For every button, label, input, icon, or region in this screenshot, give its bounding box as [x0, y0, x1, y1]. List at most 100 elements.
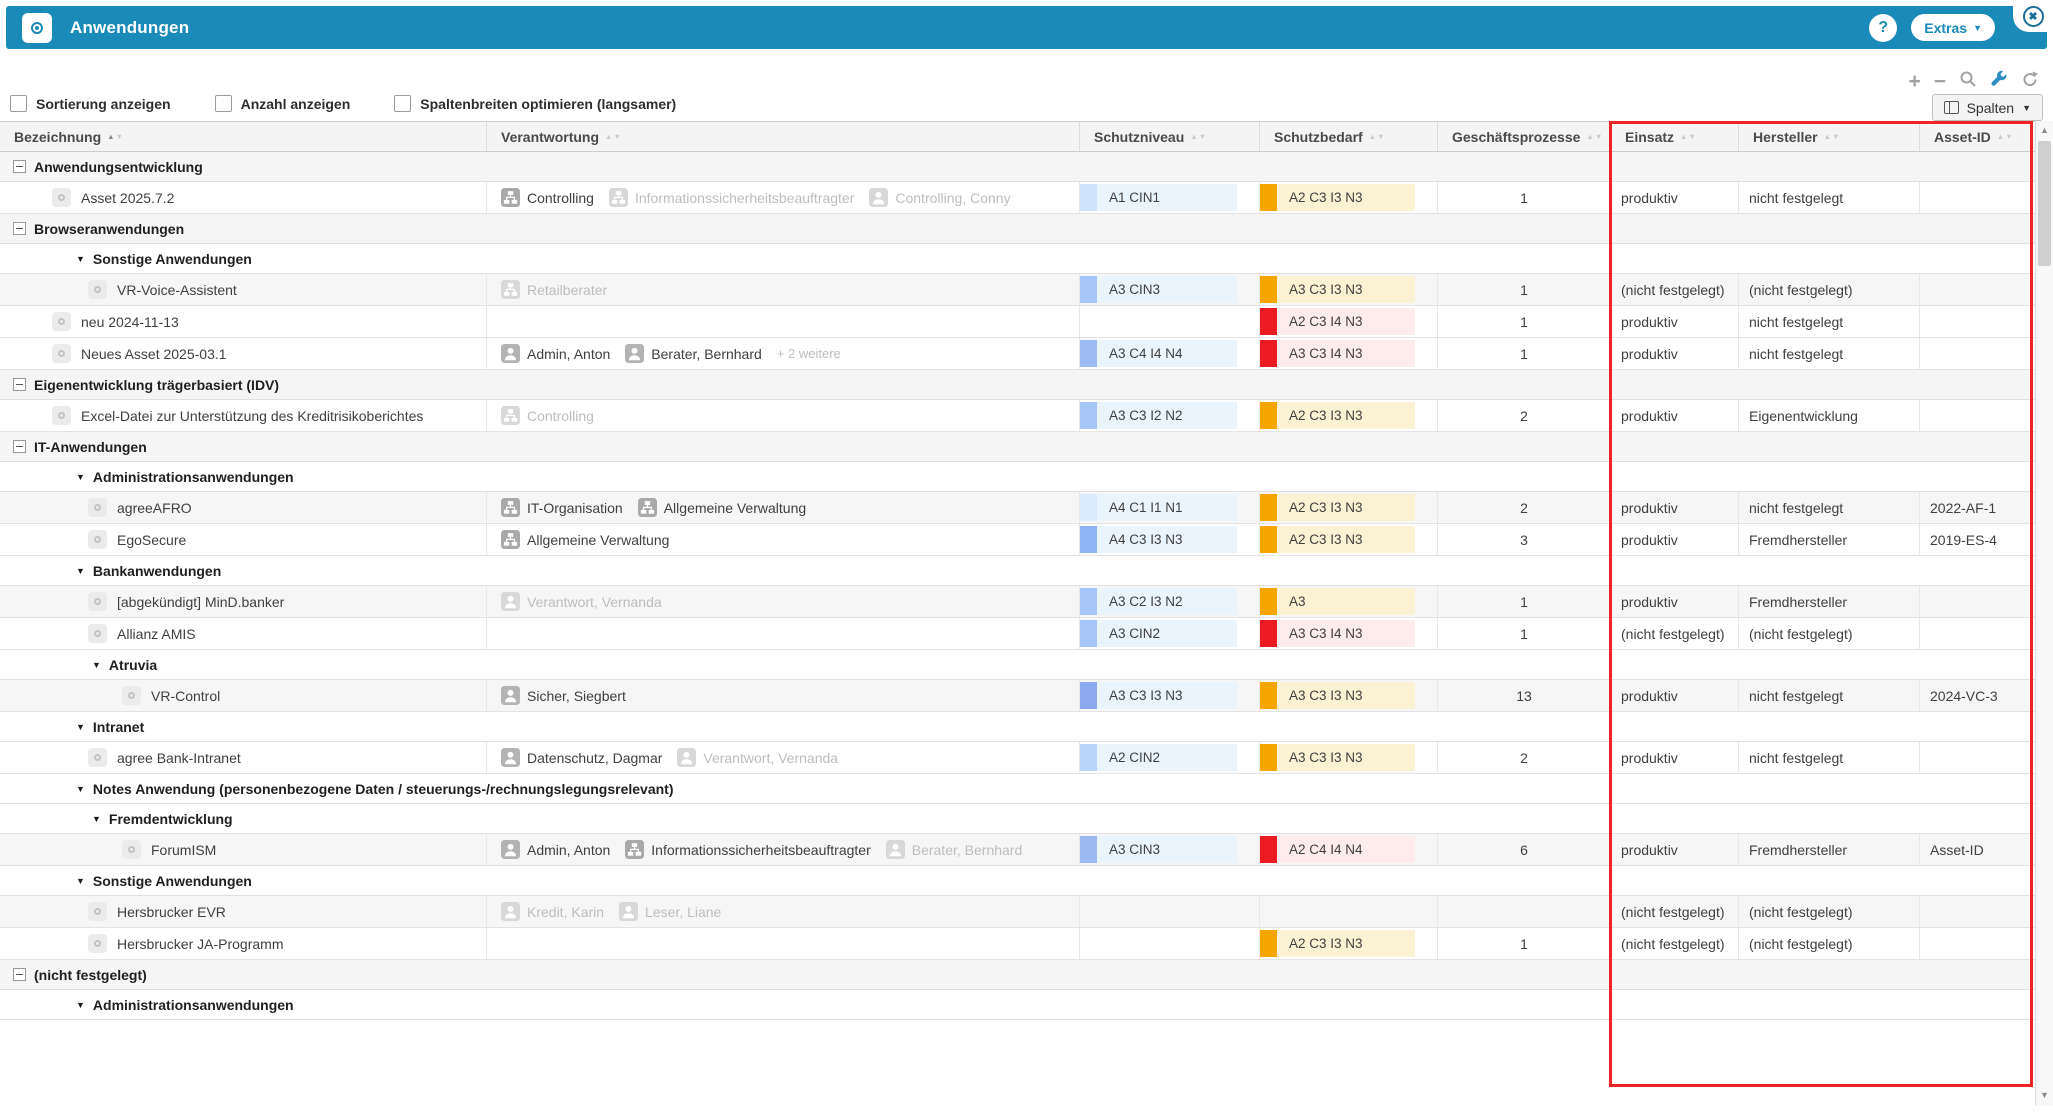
table-row[interactable]: Neues Asset 2025-03.1Admin, AntonBerater… [0, 338, 2035, 370]
group-row[interactable]: ▼Fremdentwicklung [0, 804, 2035, 834]
schutzbedarf-cell: A2 C3 I3 N3 [1260, 524, 1438, 555]
search-icon[interactable] [1959, 70, 1977, 93]
schutzniveau-badge: A2 CIN2 [1080, 744, 1237, 771]
group-label: Browseranwendungen [34, 221, 184, 237]
table-row[interactable]: agree Bank-IntranetDatenschutz, DagmarVe… [0, 742, 2035, 774]
table-row[interactable]: VR-ControlSicher, SiegbertA3 C3 I3 N3A3 … [0, 680, 2035, 712]
bezeichnung-cell: VR-Voice-Assistent [0, 274, 487, 305]
schutzniveau-badge: A3 C2 I3 N2 [1080, 588, 1237, 615]
group-row[interactable]: ▼Administrationsanwendungen [0, 990, 2035, 1020]
group-row[interactable]: ▼Sonstige Anwendungen [0, 866, 2035, 896]
responsibility-entry: Allgemeine Verwaltung [501, 530, 669, 549]
group-row[interactable]: ▼Sonstige Anwendungen [0, 244, 2035, 274]
refresh-icon[interactable] [2021, 70, 2039, 93]
expand-arrow-icon[interactable]: ▼ [76, 472, 85, 482]
group-row[interactable]: Browseranwendungen [0, 214, 2035, 244]
sort-arrows-icon: ▲▼ [1190, 132, 1207, 141]
einsatz-cell: produktiv [1611, 524, 1739, 555]
sortierung-label[interactable]: Sortierung anzeigen [36, 96, 171, 112]
application-icon [122, 840, 141, 859]
responsibility-entry: Controlling [501, 188, 594, 207]
geschaeftsprozesse-cell: 2 [1438, 492, 1611, 523]
collapse-icon[interactable] [13, 440, 26, 453]
expand-arrow-icon[interactable]: ▼ [76, 722, 85, 732]
geschaeftsprozesse-cell: 1 [1438, 182, 1611, 213]
group-row[interactable]: Anwendungsentwicklung [0, 152, 2035, 182]
person-icon [677, 748, 696, 767]
application-icon [88, 624, 107, 643]
zoom-out-icon[interactable]: − [1934, 73, 1946, 91]
table-row[interactable]: ForumISMAdmin, AntonInformationssicherhe… [0, 834, 2035, 866]
collapse-icon[interactable] [13, 378, 26, 391]
anzahl-checkbox[interactable] [215, 95, 232, 112]
application-name: Asset 2025.7.2 [81, 190, 174, 206]
table-row[interactable]: agreeAFROIT-OrganisationAllgemeine Verwa… [0, 492, 2035, 524]
collapse-icon[interactable] [13, 222, 26, 235]
column-label: Bezeichnung [14, 129, 101, 145]
expand-arrow-icon[interactable]: ▼ [76, 784, 85, 794]
group-row[interactable]: ▼Notes Anwendung (personenbezogene Daten… [0, 774, 2035, 804]
spalten-button[interactable]: Spalten ▼ [1932, 94, 2043, 121]
vertical-scrollbar[interactable]: ▲ ▼ [2035, 121, 2053, 1106]
table-row[interactable]: EgoSecureAllgemeine VerwaltungA4 C3 I3 N… [0, 524, 2035, 556]
expand-arrow-icon[interactable]: ▼ [92, 660, 101, 670]
column-header-hersteller[interactable]: Hersteller▲▼ [1739, 122, 1920, 151]
zoom-in-icon[interactable]: + [1908, 73, 1920, 91]
responsibility-entry: Berater, Bernhard [625, 344, 762, 363]
responsibility-entry: Verantwort, Vernanda [677, 748, 838, 767]
settings-wrench-icon[interactable] [1990, 70, 2008, 93]
group-row[interactable]: (nicht festgelegt) [0, 960, 2035, 990]
scroll-down-icon[interactable]: ▼ [2036, 1090, 2053, 1100]
column-header-einsatz[interactable]: Einsatz▲▼ [1611, 122, 1739, 151]
spaltenbreiten-label[interactable]: Spaltenbreiten optimieren (langsamer) [420, 96, 676, 112]
scroll-up-icon[interactable]: ▲ [2036, 125, 2053, 135]
table-row[interactable]: Hersbrucker EVRKredit, KarinLeser, Liane… [0, 896, 2035, 928]
app-logo-icon [22, 13, 52, 43]
application-icon [88, 934, 107, 953]
expand-arrow-icon[interactable]: ▼ [92, 814, 101, 824]
geschaeftsprozesse-cell: 1 [1438, 274, 1611, 305]
bezeichnung-cell: agreeAFRO [0, 492, 487, 523]
sortierung-checkbox[interactable] [10, 95, 27, 112]
table-row[interactable]: Excel-Datei zur Unterstützung des Kredit… [0, 400, 2035, 432]
column-header-verantwortung[interactable]: Verantwortung▲▼ [487, 122, 1080, 151]
group-row[interactable]: ▼Atruvia [0, 650, 2035, 680]
group-row[interactable]: Eigenentwicklung trägerbasiert (IDV) [0, 370, 2035, 400]
schutzbedarf-badge: A2 C3 I3 N3 [1260, 402, 1415, 429]
table-row[interactable]: [abgekündigt] MinD.bankerVerantwort, Ver… [0, 586, 2035, 618]
geschaeftsprozesse-cell: 13 [1438, 680, 1611, 711]
table-row[interactable]: VR-Voice-AssistentRetailberaterA3 CIN3A3… [0, 274, 2035, 306]
column-header-schutzniveau[interactable]: Schutzniveau▲▼ [1080, 122, 1260, 151]
group-row[interactable]: IT-Anwendungen [0, 432, 2035, 462]
application-icon [88, 748, 107, 767]
table-row[interactable]: neu 2024-11-13A2 C3 I4 N31produktivnicht… [0, 306, 2035, 338]
collapse-icon[interactable] [13, 160, 26, 173]
column-header-geschaeftsprozesse[interactable]: Geschäftsprozesse▲▼ [1438, 122, 1611, 151]
schutzniveau-badge: A3 CIN3 [1080, 276, 1237, 303]
responsibility-entry: Leser, Liane [619, 902, 721, 921]
group-row[interactable]: ▼Intranet [0, 712, 2035, 742]
scrollbar-thumb[interactable] [2038, 141, 2051, 266]
group-label: Administrationsanwendungen [93, 469, 294, 485]
spaltenbreiten-checkbox[interactable] [394, 95, 411, 112]
collapse-icon[interactable] [13, 968, 26, 981]
group-row[interactable]: ▼Bankanwendungen [0, 556, 2035, 586]
column-header-bezeichnung[interactable]: Bezeichnung▲▼ [0, 122, 487, 151]
geschaeftsprozesse-cell: 1 [1438, 338, 1611, 369]
table-row[interactable]: Allianz AMISA3 CIN2A3 C3 I4 N31(nicht fe… [0, 618, 2035, 650]
extras-button[interactable]: Extras ▼ [1911, 14, 1995, 41]
expand-arrow-icon[interactable]: ▼ [76, 254, 85, 264]
application-name: Hersbrucker EVR [117, 904, 226, 920]
geschaeftsprozesse-cell: 6 [1438, 834, 1611, 865]
expand-arrow-icon[interactable]: ▼ [76, 1000, 85, 1010]
table-row[interactable]: Hersbrucker JA-ProgrammA2 C3 I3 N31(nich… [0, 928, 2035, 960]
table-row[interactable]: Asset 2025.7.2ControllingInformationssic… [0, 182, 2035, 214]
group-row[interactable]: ▼ Administrationsanwendungen [0, 462, 2035, 492]
column-header-asset_id[interactable]: Asset-ID▲▼ [1920, 122, 2035, 151]
expand-arrow-icon[interactable]: ▼ [76, 876, 85, 886]
column-header-schutzbedarf[interactable]: Schutzbedarf▲▼ [1260, 122, 1438, 151]
close-icon[interactable]: ✖ [2023, 6, 2044, 27]
anzahl-label[interactable]: Anzahl anzeigen [241, 96, 351, 112]
help-button[interactable]: ? [1869, 14, 1897, 42]
expand-arrow-icon[interactable]: ▼ [76, 566, 85, 576]
